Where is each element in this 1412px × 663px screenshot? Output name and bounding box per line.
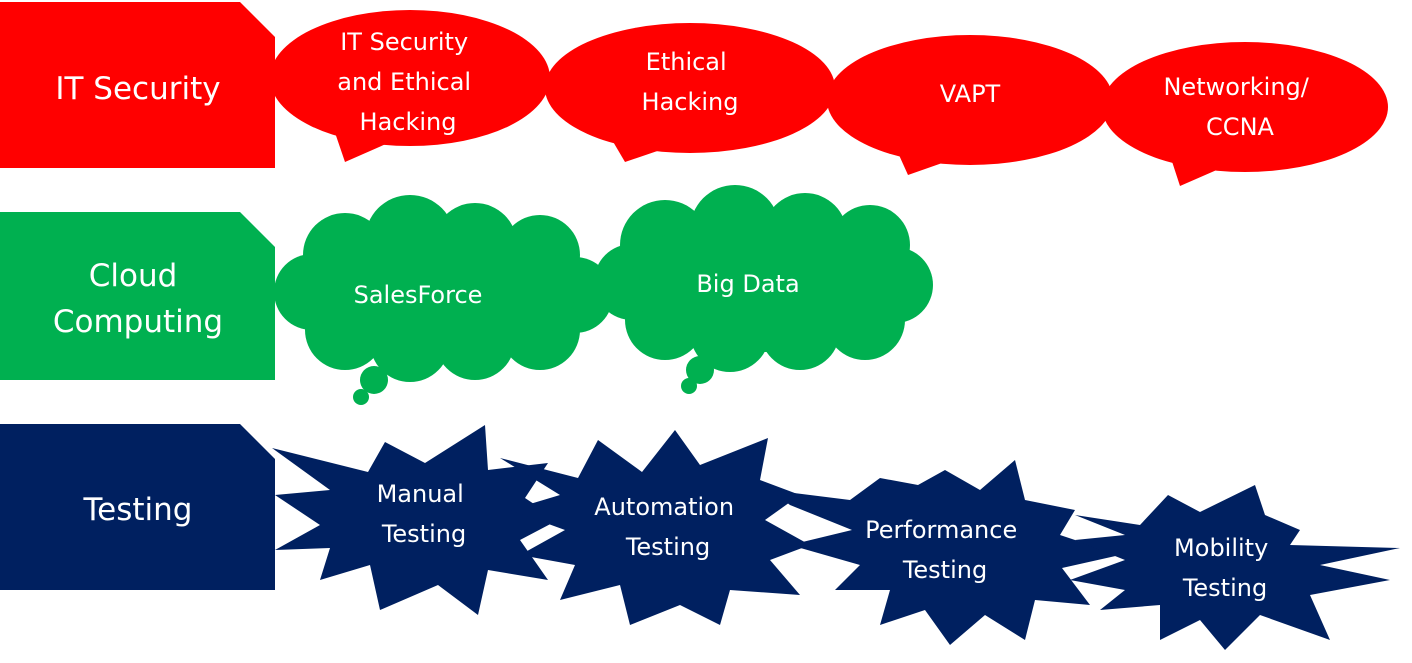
starburst-manual-testing: Manual Testing	[272, 425, 558, 615]
row-testing: Testing Manual Testing Automation Testin…	[0, 424, 1400, 650]
item-label: Big Data	[696, 270, 799, 298]
course-diagram: IT Security IT Security and Ethical Hack…	[0, 2, 1400, 650]
row-it-security: IT Security IT Security and Ethical Hack…	[0, 2, 1388, 186]
row-cloud-computing: Cloud Computing SalesForce Big Data	[0, 185, 933, 405]
starburst-mobility-testing: Mobility Testing	[1070, 485, 1400, 650]
category-box-cloud-computing	[0, 212, 275, 380]
category-label-it-security: IT Security	[55, 71, 220, 107]
bubble-ethical-hacking: Ethical Hacking	[545, 23, 835, 162]
bubble-it-security-ethical-hacking: IT Security and Ethical Hacking	[270, 10, 550, 162]
item-label: SalesForce	[354, 281, 483, 309]
cloud-big-data: Big Data	[594, 185, 933, 394]
starburst-performance-testing: Performance Testing	[770, 460, 1120, 645]
bubble-vapt: VAPT	[827, 35, 1113, 175]
cloud-salesforce: SalesForce	[274, 195, 613, 405]
starburst-automation-testing: Automation Testing	[500, 430, 810, 625]
bubble-networking-ccna: Networking/ CCNA	[1102, 42, 1388, 186]
category-label-testing: Testing	[83, 492, 193, 528]
item-label: VAPT	[940, 80, 1001, 108]
